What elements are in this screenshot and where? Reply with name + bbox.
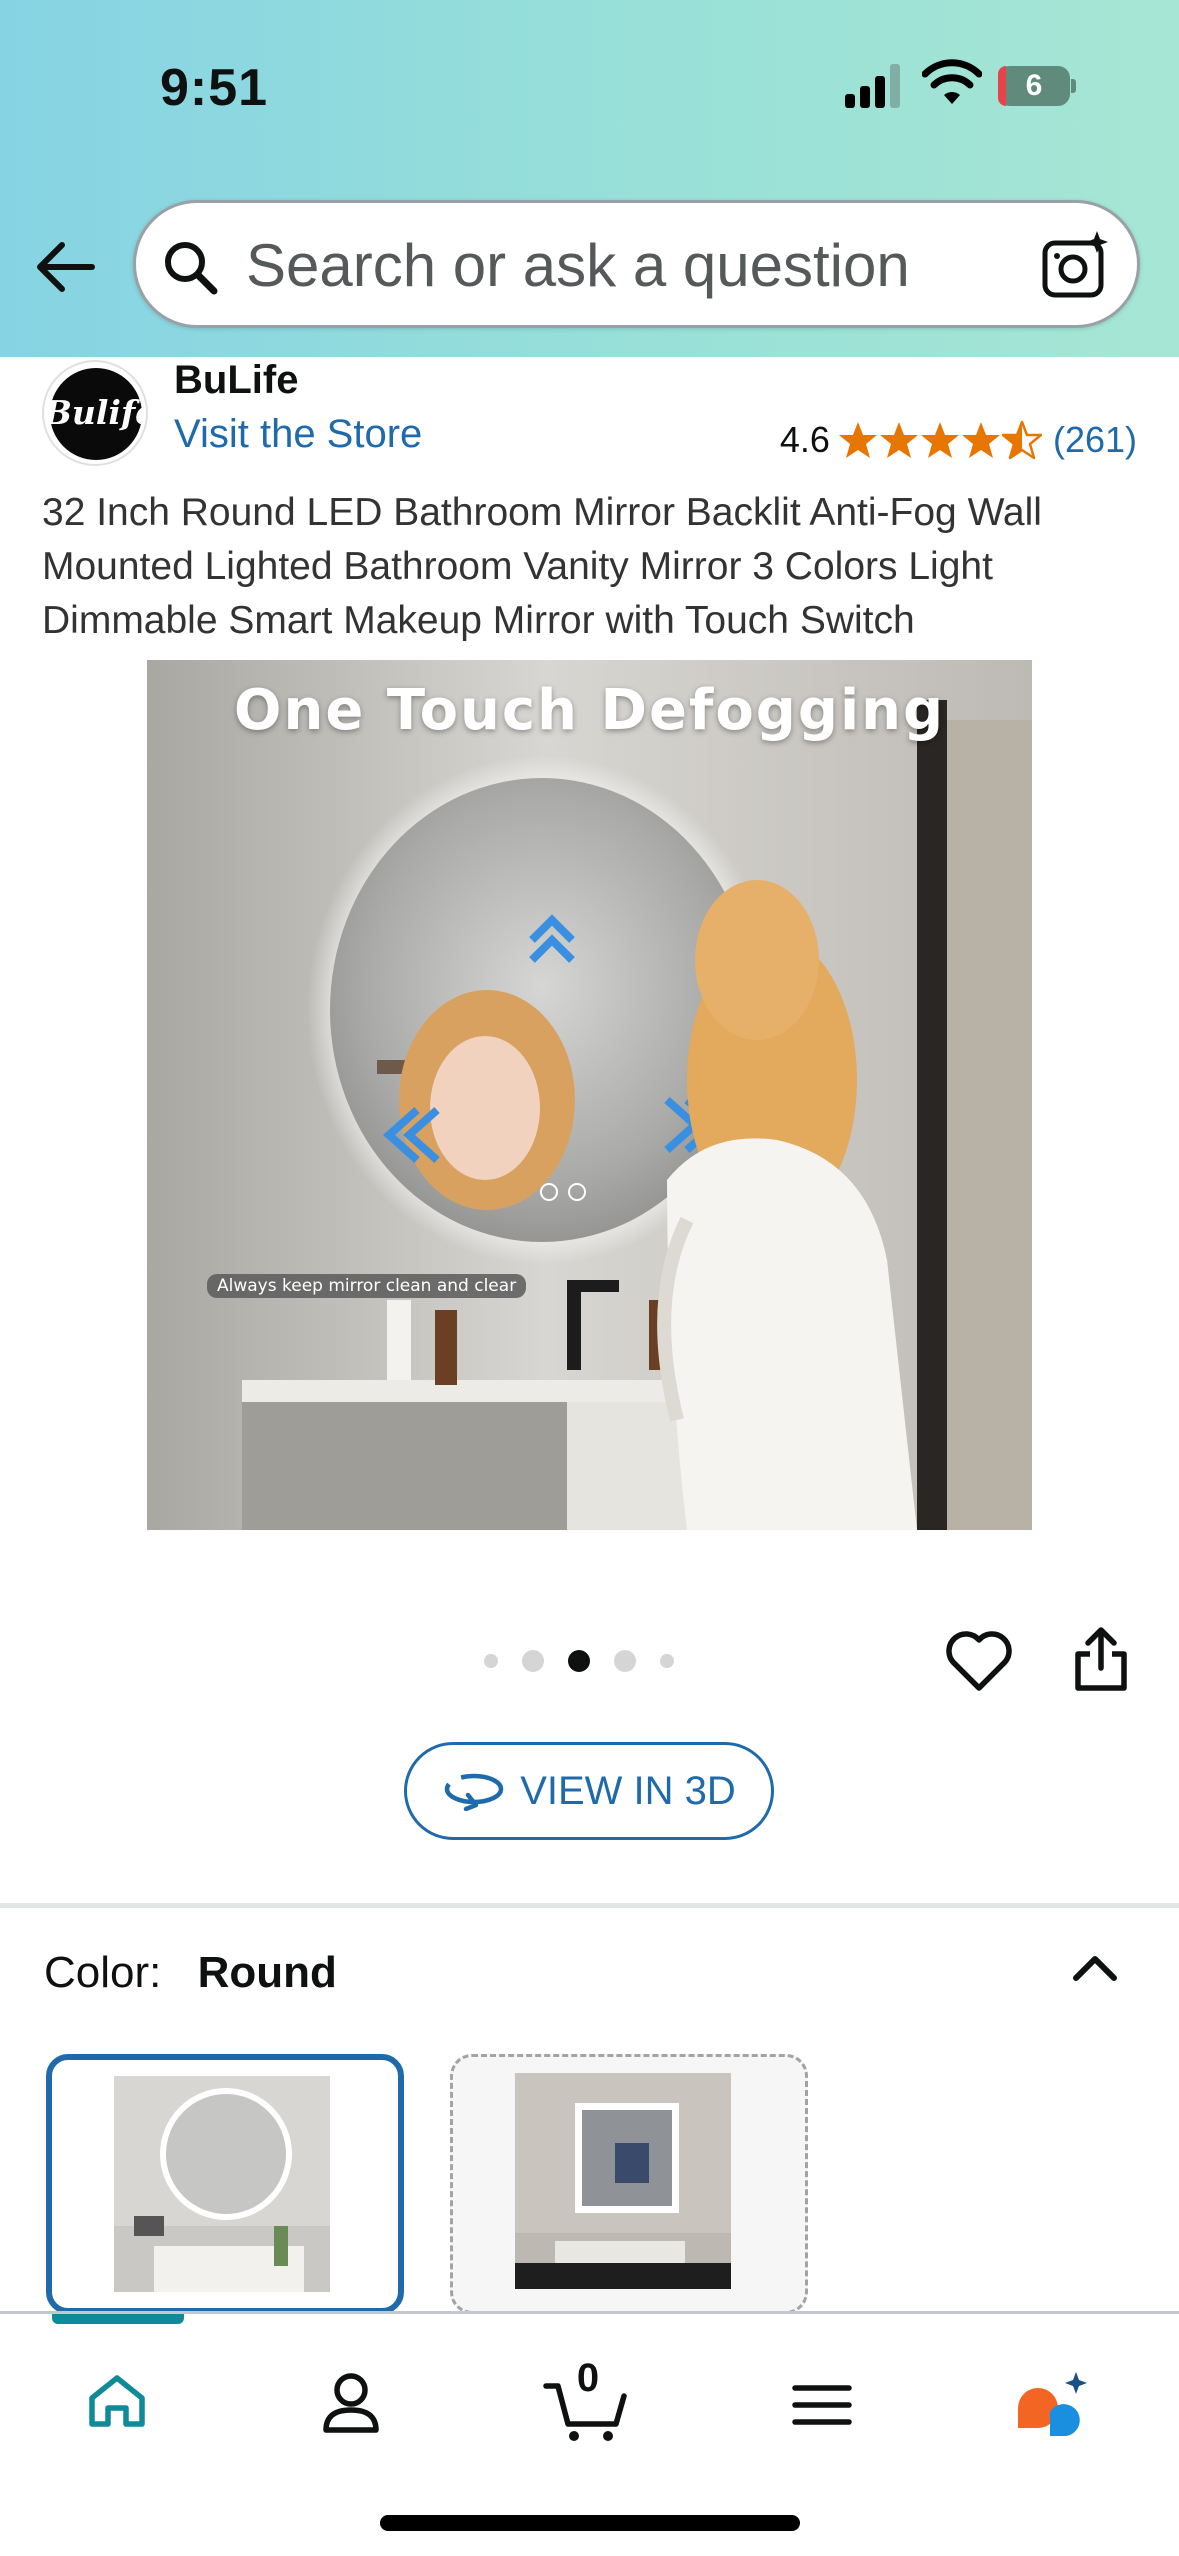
battery-level: 6 bbox=[1025, 69, 1043, 102]
carousel-dots bbox=[484, 1646, 674, 1676]
brand-logo-text: Bulife bbox=[44, 393, 148, 432]
chevron-up-icon[interactable] bbox=[1064, 1944, 1126, 1988]
hamburger-menu-icon bbox=[792, 2385, 852, 2425]
visit-store-link[interactable]: Visit the Store bbox=[174, 412, 422, 457]
app-header: 9:51 6 bbox=[0, 0, 1179, 357]
round-mirror-thumbnail bbox=[114, 2076, 330, 2292]
search-bar[interactable] bbox=[133, 200, 1140, 328]
search-icon bbox=[165, 242, 218, 295]
heart-icon[interactable] bbox=[944, 1628, 1014, 1694]
rating-value: 4.6 bbox=[779, 419, 830, 460]
color-option-round[interactable] bbox=[46, 2054, 404, 2314]
half-star-icon bbox=[1001, 420, 1042, 460]
rating-summary[interactable]: 4.6 (261) bbox=[780, 418, 1137, 462]
product-image[interactable]: One Touch Defogging Always keep mirror c… bbox=[147, 660, 1032, 1530]
carousel-dot[interactable] bbox=[522, 1650, 544, 1672]
wifi-icon bbox=[922, 59, 982, 104]
cart-count: 0 bbox=[576, 2356, 600, 2400]
account-icon bbox=[323, 2373, 379, 2433]
status-time: 9:51 bbox=[160, 59, 269, 117]
home-icon bbox=[89, 2375, 145, 2427]
star-icon bbox=[879, 422, 918, 458]
color-label: Color: bbox=[44, 1948, 162, 1997]
share-icon[interactable] bbox=[1070, 1624, 1132, 1694]
nav-cart[interactable]: 0 bbox=[532, 2350, 642, 2460]
search-input[interactable] bbox=[246, 227, 966, 303]
color-selector-header: Color: Round bbox=[44, 1948, 337, 1998]
rating-count[interactable]: (261) bbox=[1053, 419, 1137, 461]
image-caption: Always keep mirror clean and clear bbox=[207, 1274, 527, 1298]
carousel-dot-active[interactable] bbox=[568, 1650, 590, 1672]
star-icon bbox=[920, 422, 959, 458]
nav-account[interactable] bbox=[296, 2350, 406, 2460]
view-in-3d-button[interactable]: VIEW IN 3D bbox=[404, 1742, 774, 1840]
color-option-square[interactable] bbox=[450, 2054, 808, 2314]
nav-home[interactable] bbox=[62, 2350, 172, 2460]
star-icon bbox=[838, 422, 877, 458]
brand-name: BuLife bbox=[174, 358, 299, 402]
brand-logo[interactable]: Bulife bbox=[42, 360, 148, 466]
carousel-dot[interactable] bbox=[660, 1654, 674, 1668]
star-rating bbox=[838, 420, 1043, 460]
nav-rufus[interactable] bbox=[1000, 2350, 1110, 2460]
image-headline: One Touch Defogging bbox=[233, 678, 946, 743]
back-arrow-icon[interactable] bbox=[30, 232, 102, 302]
ai-assistant-icon bbox=[1018, 2372, 1087, 2436]
product-title: 32 Inch Round LED Bathroom Mirror Backli… bbox=[42, 491, 1042, 642]
carousel-dot[interactable] bbox=[484, 1654, 498, 1668]
carousel-dot[interactable] bbox=[614, 1650, 636, 1672]
rotate-3d-icon bbox=[444, 1773, 504, 1811]
nav-active-indicator bbox=[52, 2314, 184, 2324]
home-indicator bbox=[380, 2515, 800, 2531]
cellular-signal-icon bbox=[845, 64, 901, 108]
star-icon bbox=[961, 422, 1000, 458]
product-photo bbox=[147, 660, 1032, 1530]
nav-menu[interactable] bbox=[767, 2350, 877, 2460]
camera-lens-icon[interactable] bbox=[1039, 229, 1111, 301]
section-divider bbox=[0, 1903, 1179, 1908]
view-in-3d-label: VIEW IN 3D bbox=[520, 1768, 736, 1813]
color-value: Round bbox=[197, 1948, 337, 1997]
battery-icon: 6 bbox=[998, 66, 1076, 106]
square-mirror-thumbnail bbox=[515, 2073, 731, 2289]
